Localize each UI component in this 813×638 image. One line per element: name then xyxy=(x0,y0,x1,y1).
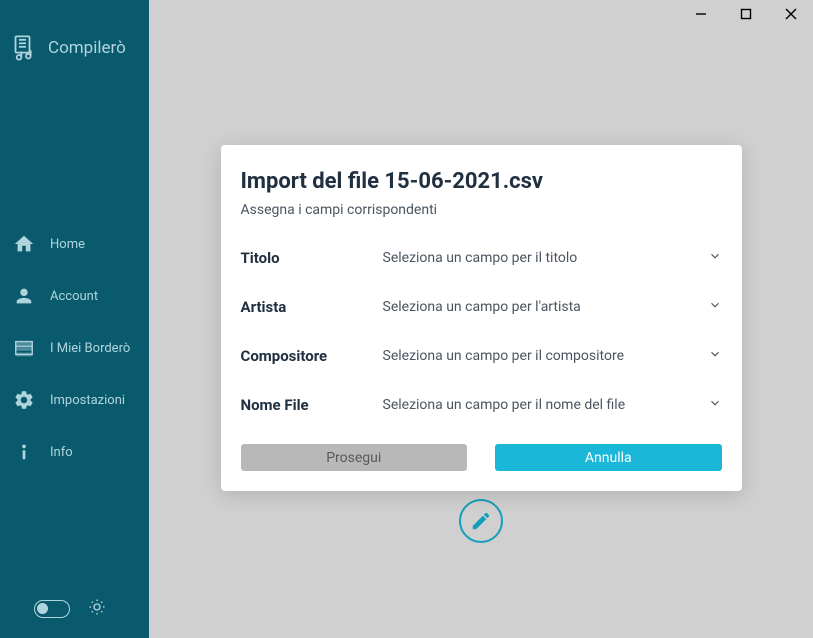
app-logo: Compilerò xyxy=(0,0,149,82)
proceed-button[interactable]: Prosegui xyxy=(241,444,468,471)
field-label: Artista xyxy=(241,298,383,316)
sidebar-item-label: Home xyxy=(50,237,85,252)
artist-select[interactable]: Seleziona un campo per l'artista xyxy=(383,297,722,316)
cancel-button[interactable]: Annulla xyxy=(495,444,722,471)
title-select[interactable]: Seleziona un campo per il titolo xyxy=(383,248,722,267)
select-placeholder: Seleziona un campo per il titolo xyxy=(383,250,578,266)
modal-overlay: Import del file 15-06-2021.csv Assegna i… xyxy=(149,0,813,638)
field-row-composer: Compositore Seleziona un campo per il co… xyxy=(241,346,722,365)
main-area: Import del file 15-06-2021.csv Assegna i… xyxy=(149,0,813,638)
sidebar-footer xyxy=(0,582,149,638)
sidebar-item-home[interactable]: Home xyxy=(0,218,149,270)
chevron-down-icon xyxy=(708,248,722,267)
modal-title: Import del file 15-06-2021.csv xyxy=(241,169,722,194)
field-row-filename: Nome File Seleziona un campo per il nome… xyxy=(241,395,722,414)
logo-icon xyxy=(12,34,40,62)
chevron-down-icon xyxy=(708,297,722,316)
sidebar-item-label: Info xyxy=(50,445,73,460)
filename-select[interactable]: Seleziona un campo per il nome del file xyxy=(383,395,722,414)
sidebar-item-label: I Miei Borderò xyxy=(50,341,130,356)
sidebar-item-label: Impostazioni xyxy=(50,393,125,408)
list-icon xyxy=(12,336,36,360)
brightness-icon xyxy=(88,598,106,620)
field-row-artist: Artista Seleziona un campo per l'artista xyxy=(241,297,722,316)
field-label: Titolo xyxy=(241,249,383,267)
toggle-knob xyxy=(37,603,48,614)
sidebar: Compilerò Home Account I Miei Borderò Im… xyxy=(0,0,149,638)
modal-buttons: Prosegui Annulla xyxy=(241,444,722,471)
field-row-title: Titolo Seleziona un campo per il titolo xyxy=(241,248,722,267)
sidebar-item-account[interactable]: Account xyxy=(0,270,149,322)
gear-icon xyxy=(12,388,36,412)
field-label: Nome File xyxy=(241,396,383,414)
chevron-down-icon xyxy=(708,346,722,365)
sidebar-item-info[interactable]: Info xyxy=(0,426,149,478)
select-placeholder: Seleziona un campo per il nome del file xyxy=(383,397,626,413)
sidebar-item-bordero[interactable]: I Miei Borderò xyxy=(0,322,149,374)
account-icon xyxy=(12,284,36,308)
field-label: Compositore xyxy=(241,347,383,365)
select-placeholder: Seleziona un campo per l'artista xyxy=(383,299,581,315)
import-modal: Import del file 15-06-2021.csv Assegna i… xyxy=(221,145,742,491)
theme-toggle[interactable] xyxy=(34,600,70,618)
sidebar-nav: Home Account I Miei Borderò Impostazioni… xyxy=(0,218,149,478)
modal-subtitle: Assegna i campi corrispondenti xyxy=(241,202,722,218)
info-icon xyxy=(12,440,36,464)
sidebar-item-label: Account xyxy=(50,289,98,304)
chevron-down-icon xyxy=(708,395,722,414)
sidebar-item-settings[interactable]: Impostazioni xyxy=(0,374,149,426)
composer-select[interactable]: Seleziona un campo per il compositore xyxy=(383,346,722,365)
app-name: Compilerò xyxy=(48,38,126,58)
home-icon xyxy=(12,232,36,256)
select-placeholder: Seleziona un campo per il compositore xyxy=(383,348,625,364)
